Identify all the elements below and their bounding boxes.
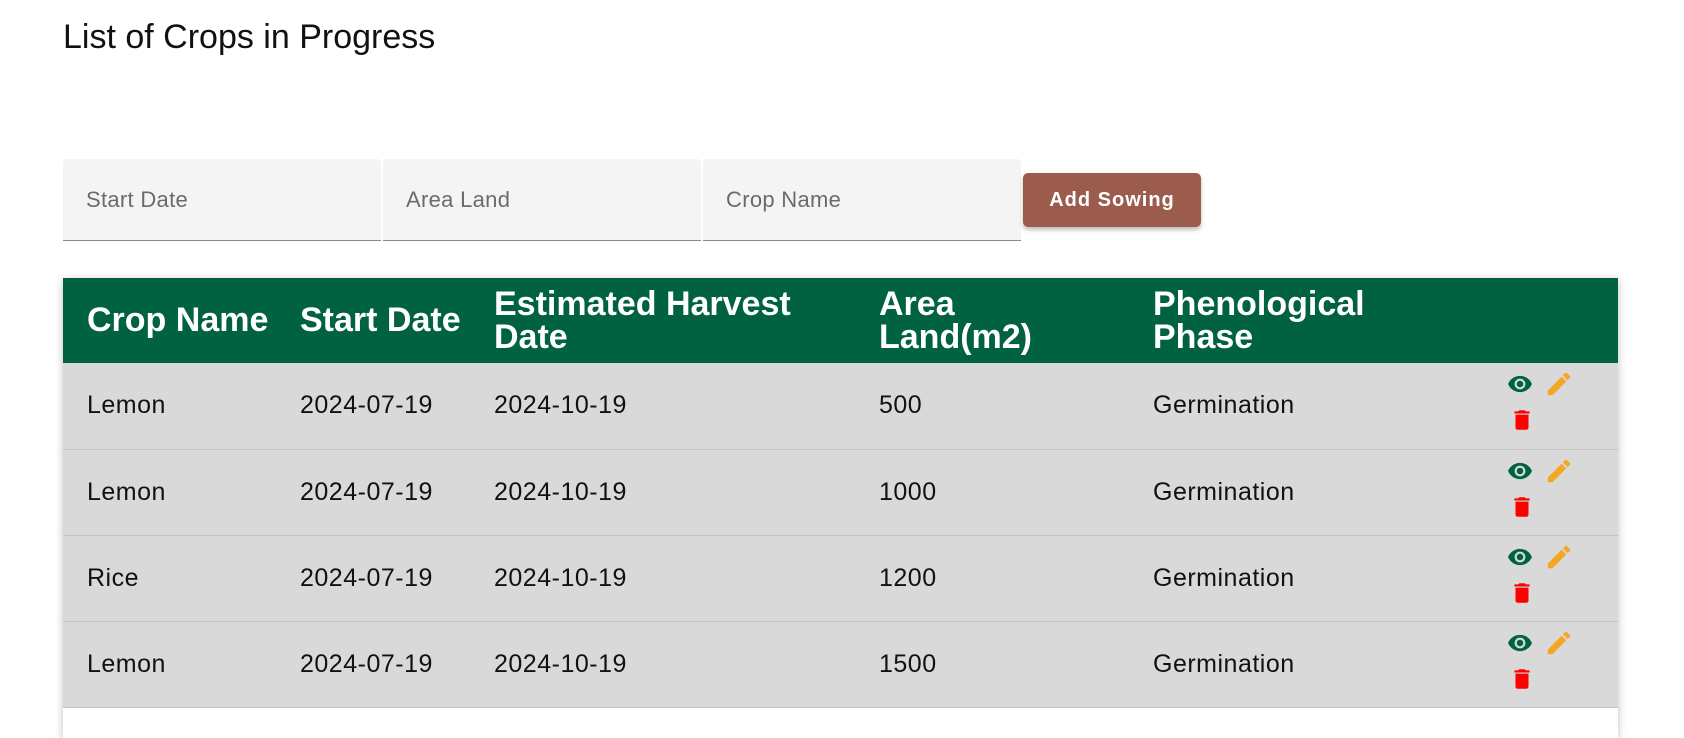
- pencil-icon[interactable]: [1544, 369, 1574, 399]
- header-area-land[interactable]: Area Land(m2): [855, 278, 1129, 363]
- cell-crop-name: Lemon: [87, 477, 166, 506]
- table-row: Lemon 2024-07-19 2024-10-19 500 Germinat…: [63, 363, 1618, 449]
- cell-phase: Germination: [1153, 563, 1295, 592]
- cell-start-date: 2024-07-19: [300, 563, 433, 592]
- table-header-row: Crop Name Start Date Estimated Harvest D…: [63, 278, 1618, 363]
- trash-icon[interactable]: [1509, 578, 1535, 608]
- header-phenological-phase[interactable]: Phenological Phase: [1129, 278, 1481, 363]
- cell-crop-name: Lemon: [87, 391, 166, 420]
- trash-icon[interactable]: [1509, 664, 1535, 694]
- header-crop-name[interactable]: Crop Name: [63, 278, 276, 363]
- eye-icon[interactable]: [1502, 371, 1538, 397]
- table-row: Rice 2024-07-19 2024-10-19 1200 Germinat…: [63, 535, 1618, 621]
- cell-harvest-date: 2024-10-19: [494, 477, 627, 506]
- row-actions: [1481, 449, 1618, 535]
- cell-crop-name: Rice: [87, 563, 140, 592]
- cell-phase: Germination: [1153, 477, 1295, 506]
- eye-icon[interactable]: [1502, 458, 1538, 484]
- row-actions: [1481, 363, 1618, 449]
- cell-start-date: 2024-07-19: [300, 477, 433, 506]
- row-actions: [1481, 621, 1618, 707]
- row-actions: [1481, 535, 1618, 621]
- page-title: List of Crops in Progress: [63, 18, 436, 56]
- cell-area-land: 1000: [879, 477, 937, 506]
- cell-start-date: 2024-07-19: [300, 649, 433, 678]
- cell-harvest-date: 2024-10-19: [494, 649, 627, 678]
- cell-harvest-date: 2024-10-19: [494, 391, 627, 420]
- header-harvest-date[interactable]: Estimated Harvest Date: [470, 278, 855, 363]
- cell-area-land: 1500: [879, 649, 937, 678]
- crop-name-input[interactable]: [703, 158, 1021, 241]
- cell-phase: Germination: [1153, 391, 1295, 420]
- cell-start-date: 2024-07-19: [300, 391, 433, 420]
- trash-icon[interactable]: [1509, 492, 1535, 522]
- cell-phase: Germination: [1153, 649, 1295, 678]
- cell-area-land: 1200: [879, 563, 937, 592]
- start-date-input[interactable]: [63, 158, 381, 241]
- crops-table-container: Crop Name Start Date Estimated Harvest D…: [63, 278, 1618, 738]
- pencil-icon[interactable]: [1544, 456, 1574, 486]
- eye-icon[interactable]: [1502, 630, 1538, 656]
- cell-harvest-date: 2024-10-19: [494, 563, 627, 592]
- header-actions: [1481, 278, 1618, 363]
- crop-name-field[interactable]: [703, 158, 1021, 241]
- area-land-input[interactable]: [383, 158, 701, 241]
- trash-icon[interactable]: [1509, 405, 1535, 435]
- eye-icon[interactable]: [1502, 544, 1538, 570]
- sowing-form: Add Sowing: [63, 158, 1201, 241]
- table-row: Lemon 2024-07-19 2024-10-19 1500 Germina…: [63, 621, 1618, 707]
- table-row: Lemon 2024-07-19 2024-10-19 1000 Germina…: [63, 449, 1618, 535]
- crops-table: Crop Name Start Date Estimated Harvest D…: [63, 278, 1618, 708]
- header-start-date[interactable]: Start Date: [276, 278, 470, 363]
- pencil-icon[interactable]: [1544, 628, 1574, 658]
- start-date-field[interactable]: [63, 158, 381, 241]
- area-land-field[interactable]: [383, 158, 701, 241]
- cell-crop-name: Lemon: [87, 649, 166, 678]
- pencil-icon[interactable]: [1544, 542, 1574, 572]
- add-sowing-button[interactable]: Add Sowing: [1023, 173, 1201, 227]
- cell-area-land: 500: [879, 391, 923, 420]
